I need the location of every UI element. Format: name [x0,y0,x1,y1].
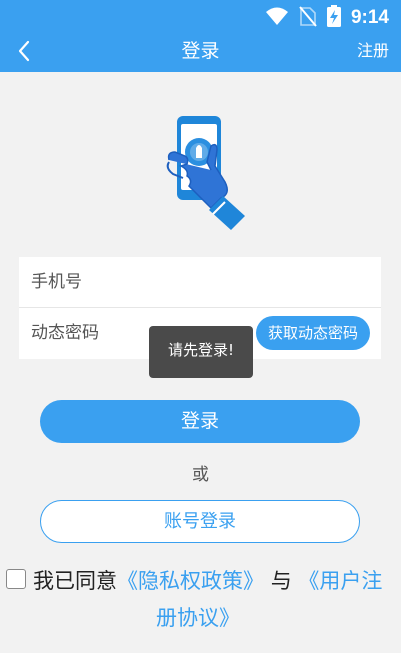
agreement-line-2: 册协议》 [156,601,240,635]
agreement: 我已同意《隐私权政策》 与 《用户注 册协议》 [6,564,401,644]
account-login-button[interactable]: 账号登录 [40,500,360,543]
back-button[interactable] [10,38,38,68]
login-button[interactable]: 登录 [40,400,360,443]
agreement-line-1: 我已同意《隐私权政策》 与 《用户注 [33,564,382,598]
agreement-joiner: 与 [270,569,292,593]
battery-charging-icon [326,5,341,31]
get-code-button[interactable]: 获取动态密码 [256,316,370,350]
phone-row [19,257,381,308]
register-link[interactable]: 注册 [357,36,389,66]
privacy-policy-link[interactable]: 《隐私权政策》 [117,569,264,593]
user-agreement-link-part2[interactable]: 册协议》 [156,606,240,630]
phone-hand-illustration [165,112,249,230]
phone-input[interactable] [31,257,251,307]
chevron-left-icon [17,40,31,66]
or-divider-text: 或 [192,465,209,485]
title-bar: 登录 注册 [0,36,401,72]
page-title: 登录 [181,40,220,62]
status-bar: 9:14 [0,0,401,36]
no-sim-icon [299,5,317,31]
agreement-prefix: 我已同意 [33,569,117,593]
toast-message: 请先登录! [149,326,253,378]
status-time: 9:14 [350,7,389,28]
user-agreement-link-part1[interactable]: 《用户注 [298,569,382,593]
agree-checkbox[interactable] [6,569,26,589]
status-icons: 9:14 [265,5,389,31]
wifi-icon [265,6,289,30]
